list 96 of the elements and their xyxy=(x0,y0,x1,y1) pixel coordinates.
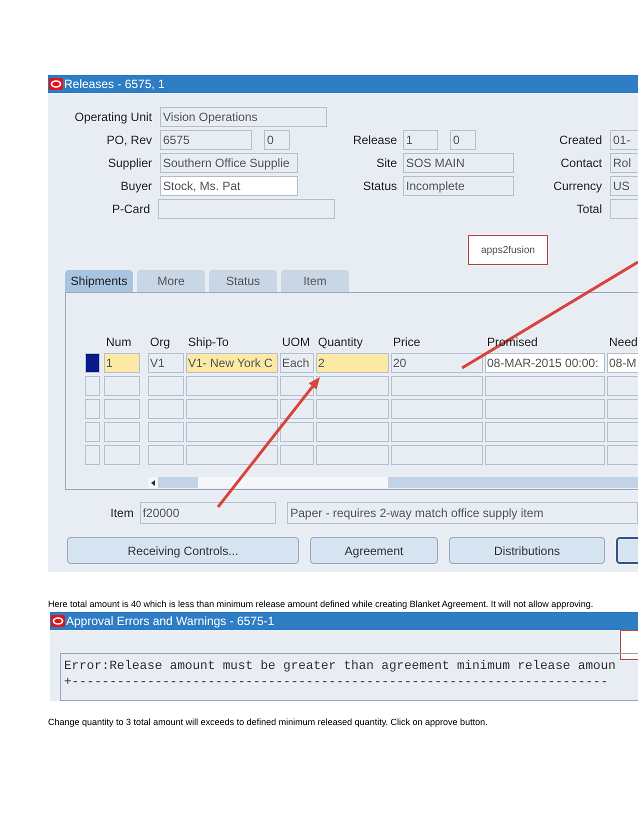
tab[interactable]: Item xyxy=(281,270,349,292)
table-cell[interactable] xyxy=(316,398,389,418)
table-cell[interactable] xyxy=(316,444,389,464)
table-cell[interactable] xyxy=(104,422,140,442)
field-label: Buyer xyxy=(120,178,153,195)
table-cell[interactable] xyxy=(148,398,184,418)
field-label: Contact xyxy=(560,155,603,172)
table-cell[interactable] xyxy=(104,376,140,396)
field-label: Item xyxy=(109,505,135,522)
column-header: Quantity xyxy=(317,334,364,351)
field-label: Supplier xyxy=(106,155,153,172)
text-field[interactable]: Vision Operations xyxy=(160,107,327,127)
column-header: Ship-To xyxy=(187,334,230,351)
table-cell[interactable] xyxy=(186,422,278,442)
text-field[interactable]: Stock, Ms. Pat xyxy=(160,176,298,196)
column-header: Need xyxy=(608,334,638,351)
table-cell[interactable] xyxy=(316,422,389,442)
field-label: Currency xyxy=(552,178,603,195)
tab[interactable]: Status xyxy=(209,270,277,292)
text-field[interactable]: Southern Office Supplie xyxy=(160,153,298,173)
column-header: Org xyxy=(149,334,172,351)
table-cell[interactable] xyxy=(148,444,184,464)
field-label: Release xyxy=(352,132,398,149)
text-field[interactable]: 01- xyxy=(610,130,638,150)
table-cell[interactable]: 08-M xyxy=(607,352,638,372)
table-cell[interactable] xyxy=(148,422,184,442)
field-label: Operating Unit xyxy=(74,109,153,126)
table-cell[interactable] xyxy=(391,444,483,464)
text-field[interactable]: SOS MAIN xyxy=(403,153,514,173)
table-cell[interactable]: V1- New York C xyxy=(186,352,278,372)
tab[interactable]: Shipments xyxy=(65,270,133,292)
table-cell[interactable] xyxy=(186,376,278,396)
field-label: Created xyxy=(558,132,603,149)
table-cell[interactable] xyxy=(148,376,184,396)
text-field[interactable]: 6575 xyxy=(160,130,252,150)
table-cell[interactable] xyxy=(186,398,278,418)
text-field[interactable]: Rol xyxy=(610,153,638,173)
table-cell[interactable] xyxy=(280,376,314,396)
column-header: Price xyxy=(392,334,422,351)
table-cell[interactable] xyxy=(104,398,140,418)
logo-fragment-icon xyxy=(620,630,638,660)
field-label: Site xyxy=(375,155,398,172)
table-cell[interactable] xyxy=(485,422,605,442)
apps2fusion-logo: apps2fusion xyxy=(468,235,548,265)
button[interactable]: Distributions xyxy=(449,537,605,564)
table-cell[interactable]: 2 xyxy=(316,352,389,372)
text-field[interactable] xyxy=(158,199,335,219)
table-cell[interactable] xyxy=(607,422,638,442)
table-cell[interactable]: V1 xyxy=(148,352,184,372)
button[interactable]: Agreement xyxy=(310,537,438,564)
left-arrow-icon[interactable] xyxy=(151,480,155,486)
table-cell[interactable] xyxy=(391,398,483,418)
field-label: P-Card xyxy=(110,201,151,218)
field-label: PO, Rev xyxy=(106,132,153,149)
item-field[interactable]: f20000 xyxy=(140,502,276,524)
button[interactable] xyxy=(616,537,638,564)
table-cell[interactable] xyxy=(104,444,140,464)
text-field[interactable]: Incomplete xyxy=(403,176,514,196)
tab[interactable]: More xyxy=(137,270,205,292)
error-message: Error:Release amount must be greater than agreement minimum release amoun xyxy=(64,658,616,674)
description-field[interactable]: Paper - requires 2-way match office supply item xyxy=(287,502,638,524)
table-cell[interactable] xyxy=(485,398,605,418)
row-selector[interactable] xyxy=(85,352,100,372)
table-cell[interactable]: 20 xyxy=(391,352,483,372)
table-cell[interactable] xyxy=(186,444,278,464)
paragraph: Here total amount is 40 which is less than minimum release amount defined while creating Blanket Agreement. It will not allow approving. xyxy=(48,599,594,609)
oracle-logo-icon xyxy=(49,78,63,90)
field-label: Status xyxy=(362,178,398,195)
text-field[interactable]: US xyxy=(610,176,638,196)
table-cell[interactable] xyxy=(280,444,314,464)
paragraph: Change quantity to 3 total amount will exceeds to defined minimum released quantity. Click on approve button. xyxy=(48,717,489,727)
table-cell[interactable] xyxy=(607,376,638,396)
text-field[interactable]: 0 xyxy=(264,130,290,150)
table-cell[interactable] xyxy=(485,376,605,396)
button[interactable]: Receiving Controls... xyxy=(67,537,299,564)
table-cell[interactable] xyxy=(316,376,389,396)
table-cell[interactable] xyxy=(607,398,638,418)
oracle-logo-icon xyxy=(51,615,65,627)
table-cell[interactable]: 1 xyxy=(104,352,140,372)
table-cell[interactable] xyxy=(607,444,638,464)
column-header: UOM xyxy=(281,334,311,351)
text-field[interactable]: 0 xyxy=(450,130,476,150)
column-header: Num xyxy=(105,334,132,351)
table-cell[interactable] xyxy=(391,376,483,396)
separator-text: +----------------------------------------------------------------------- xyxy=(64,674,608,690)
table-cell[interactable] xyxy=(391,422,483,442)
field-label: Total xyxy=(576,201,603,218)
text-field[interactable]: 1 xyxy=(403,130,438,150)
horizontal-scrollbar[interactable] xyxy=(148,477,638,488)
table-cell[interactable]: Each xyxy=(280,352,314,372)
table-cell[interactable] xyxy=(485,444,605,464)
window-title: Approval Errors and Warnings - 6575-1 xyxy=(66,613,274,630)
text-field[interactable] xyxy=(610,199,638,219)
table-cell[interactable]: 08-MAR-2015 00:00: xyxy=(485,352,605,372)
table-cell[interactable] xyxy=(280,422,314,442)
window-title: Releases - 6575, 1 xyxy=(64,76,165,93)
